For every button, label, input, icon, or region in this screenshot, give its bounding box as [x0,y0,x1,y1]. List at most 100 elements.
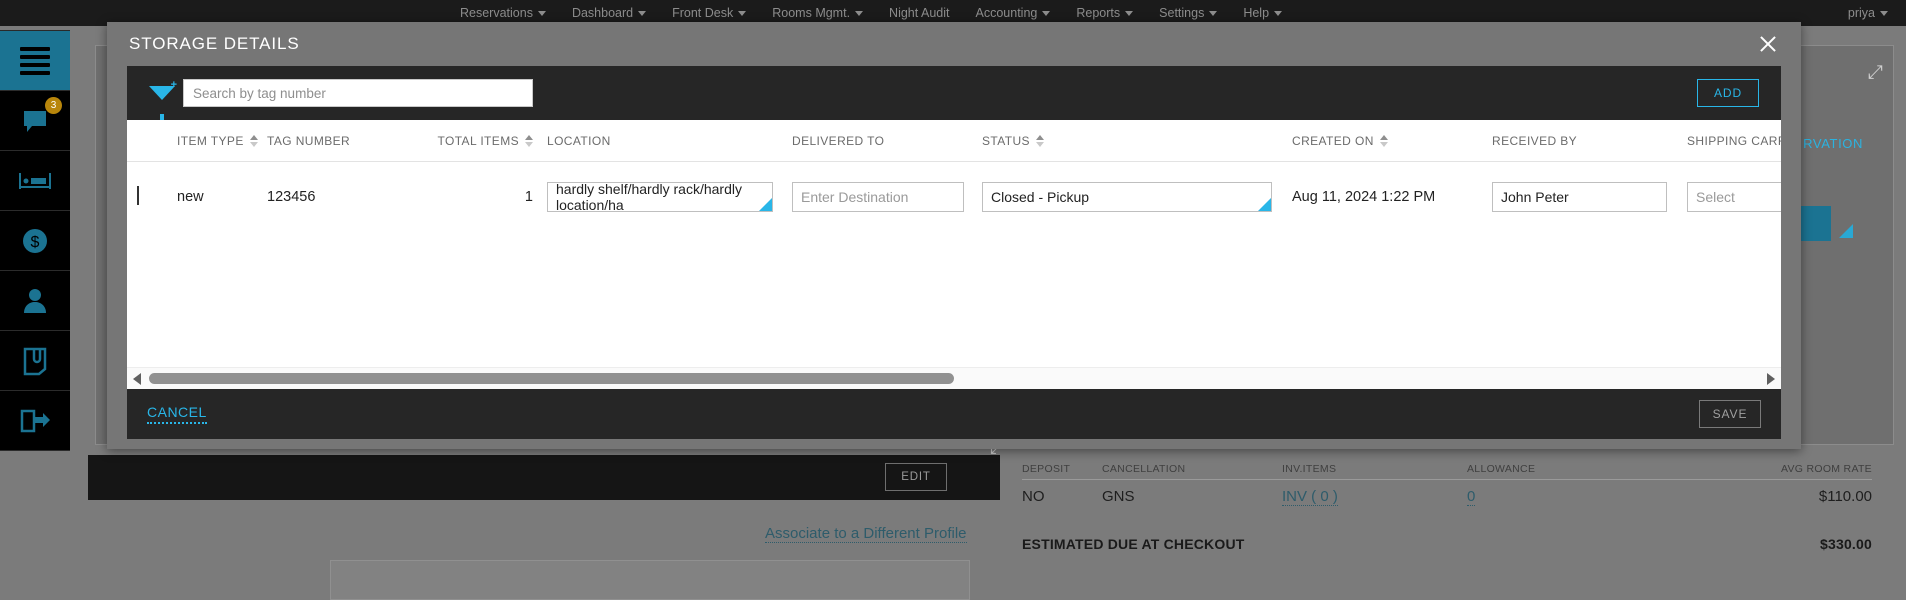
resize-corner-icon[interactable] [1258,198,1271,211]
plus-glyph: + [171,80,177,91]
sort-icon [1036,135,1044,147]
column-header-created-on[interactable]: CREATED ON [1292,134,1492,148]
cancel-button[interactable]: CANCEL [147,404,207,424]
chevron-down-icon [1042,11,1050,16]
column-header-delivered-to[interactable]: DELIVERED TO [792,134,982,148]
nav-item-label: Rooms Mgmt. [772,6,850,20]
summary-header-inv-items: INV.ITEMS [1282,463,1467,475]
scroll-left-arrow-icon[interactable] [133,373,141,385]
messages-badge: 3 [45,97,62,114]
nav-item-label: Dashboard [572,6,633,20]
column-header-location[interactable]: LOCATION [547,134,792,148]
user-menu[interactable]: priya [1848,6,1888,20]
horizontal-scrollbar[interactable] [127,367,1781,389]
background-reservation-label: RVATION [1803,136,1863,151]
background-teal-corner [1839,224,1853,238]
rail-item-rooms[interactable] [0,151,70,211]
save-button[interactable]: SAVE [1699,400,1761,428]
rail-item-billing[interactable]: $ [0,211,70,271]
nav-item-reservations[interactable]: Reservations [460,6,546,20]
status-value: Closed - Pickup [991,189,1263,205]
expand-icon-top[interactable]: ⤢ [1868,62,1883,84]
cell-total-items: 1 [427,189,547,205]
scroll-right-arrow-icon[interactable] [1767,373,1775,385]
edit-button[interactable]: EDIT [885,463,947,491]
nav-item-reports[interactable]: Reports [1076,6,1133,20]
resize-corner-icon[interactable] [759,198,772,211]
grid-scroll-viewport: ITEM TYPE TAG NUMBER TOTAL ITEMS [127,120,1781,367]
user-menu-label: priya [1848,6,1875,20]
document-clip-icon [22,346,48,376]
sort-icon [525,135,533,147]
rail-item-messages[interactable]: 3 [0,91,70,151]
column-header-label: STATUS [982,134,1030,148]
column-header-label: SHIPPING CARRIER [1687,134,1781,148]
chevron-down-icon [1880,11,1888,16]
summary-value-avg-room-rate: $110.00 [1752,488,1872,506]
summary-total-row: ESTIMATED DUE AT CHECKOUT $330.00 [1022,536,1872,552]
delivered-to-field[interactable] [792,182,964,212]
rail-item-guests[interactable] [0,271,70,331]
bed-icon [18,170,52,192]
background-action-strip: EDIT [88,455,1000,500]
rail-item-documents[interactable] [0,331,70,391]
rail-item-checkout[interactable] [0,391,70,451]
nav-item-settings[interactable]: Settings [1159,6,1217,20]
location-field[interactable]: hardly shelf/hardly rack/hardly location… [547,182,773,212]
scrollbar-thumb[interactable] [149,373,954,384]
rail-item-menu[interactable] [0,31,70,91]
nav-item-front-desk[interactable]: Front Desk [672,6,746,20]
chevron-down-icon [1125,11,1133,16]
column-header-item-type[interactable]: ITEM TYPE [177,134,267,148]
cell-tag-number: 123456 [267,189,427,205]
nav-item-help[interactable]: Help [1243,6,1282,20]
chevron-down-icon [855,11,863,16]
nav-item-label: Help [1243,6,1269,20]
sort-icon [1380,135,1388,147]
left-icon-rail: 3 $ [0,30,70,451]
modal-header: STORAGE DETAILS [107,22,1801,66]
summary-header-row: DEPOSIT CANCELLATION INV.ITEMS ALLOWANCE… [1022,463,1872,480]
filter-funnel-add-icon[interactable]: + [141,86,183,100]
chevron-down-icon [1274,11,1282,16]
summary-value-row: NO GNS INV ( 0 ) 0 $110.00 [1022,488,1872,506]
column-header-tag-number[interactable]: TAG NUMBER [267,134,427,148]
column-header-label: RECEIVED BY [1492,134,1577,148]
nav-item-label: Front Desk [672,6,733,20]
summary-value-deposit: NO [1022,488,1102,506]
close-icon[interactable] [1755,31,1781,57]
modal-title: STORAGE DETAILS [129,34,300,54]
received-by-value: John Peter [1501,189,1658,205]
column-header-shipping-carrier[interactable]: SHIPPING CARRIER [1687,134,1781,148]
nav-item-rooms-mgmt[interactable]: Rooms Mgmt. [772,6,863,20]
summary-value-cancellation: GNS [1102,488,1282,506]
nav-item-label: Settings [1159,6,1204,20]
nav-item-night-audit[interactable]: Night Audit [889,6,949,20]
nav-item-label: Reports [1076,6,1120,20]
received-by-field[interactable]: John Peter [1492,182,1667,212]
location-value: hardly shelf/hardly rack/hardly location… [556,182,764,212]
column-header-received-by[interactable]: RECEIVED BY [1492,134,1687,148]
summary-value-allowance[interactable]: 0 [1467,488,1475,506]
cell-item-type: new [177,189,267,205]
shipping-carrier-field[interactable]: Select [1687,182,1781,212]
search-input[interactable] [183,79,533,107]
background-lower-card [330,560,970,600]
add-button[interactable]: ADD [1697,79,1759,107]
scrollbar-track[interactable] [149,373,1759,384]
modal-body: + ADD ITEM TYPE TAG NUMBER [127,66,1781,389]
chevron-down-icon [738,11,746,16]
row-expand-chevron-icon[interactable] [137,186,139,205]
column-header-status[interactable]: STATUS [982,134,1292,148]
modal-footer: CANCEL SAVE [127,389,1781,439]
nav-item-accounting[interactable]: Accounting [976,6,1051,20]
column-header-total-items[interactable]: TOTAL ITEMS [427,134,547,148]
chevron-down-icon [638,11,646,16]
summary-value-inv-items[interactable]: INV ( 0 ) [1282,488,1338,506]
status-dropdown[interactable]: Closed - Pickup [982,182,1272,212]
associate-profile-link[interactable]: Associate to a Different Profile [765,525,967,543]
column-header-label: TAG NUMBER [267,134,350,148]
delivered-to-input[interactable] [801,189,955,205]
nav-item-label: Night Audit [889,6,949,20]
nav-item-dashboard[interactable]: Dashboard [572,6,646,20]
